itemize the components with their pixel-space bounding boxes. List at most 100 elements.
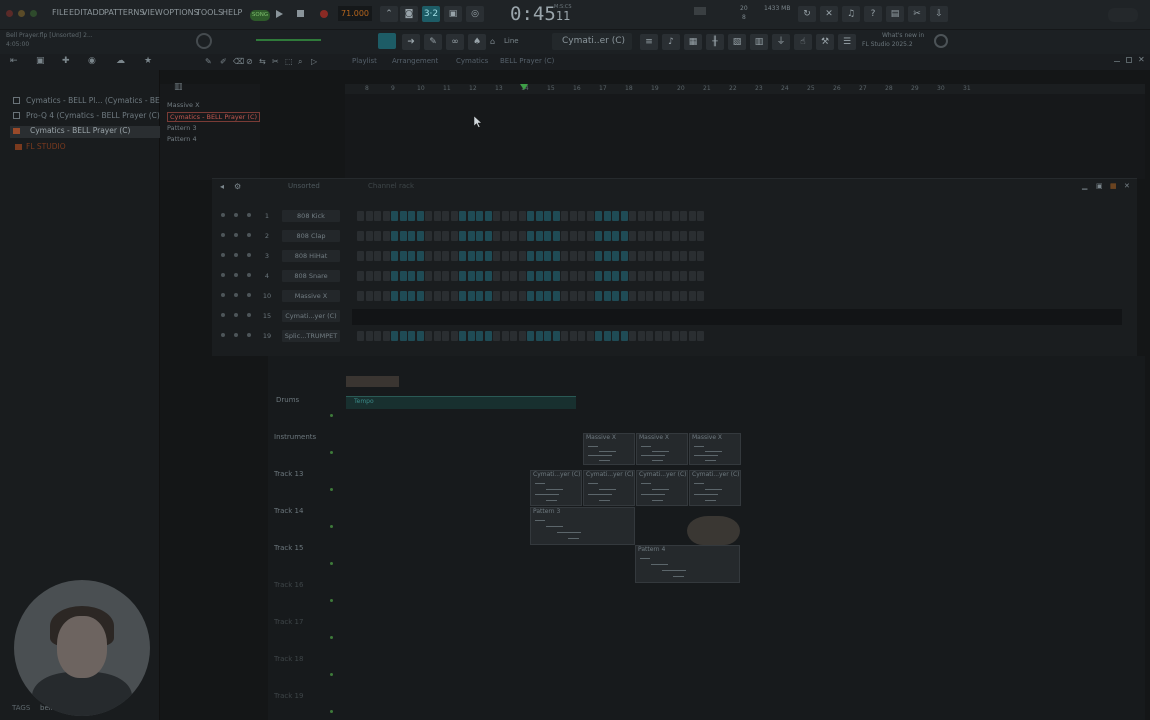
playlist-clip[interactable]: Massive X [636,433,688,465]
rack-detach-icon[interactable]: ▣ [1096,182,1103,190]
browser-item-3[interactable]: FL STUDIO [0,142,160,154]
step-button[interactable] [442,211,449,221]
step-button[interactable] [425,291,432,301]
breadcrumb-pattern[interactable]: BELL Prayer (C) [500,57,554,65]
close-plugin-icon[interactable]: ✕ [820,6,838,22]
zoom-tool-icon[interactable]: ⌕ [298,57,302,67]
step-button[interactable] [612,231,619,241]
step-button[interactable] [374,271,381,281]
step-button[interactable] [620,231,628,241]
step-button[interactable] [663,251,670,261]
channel-name-button[interactable]: 808 Kick [282,210,340,222]
step-button[interactable] [595,271,602,281]
step-button[interactable] [595,231,602,241]
step-button[interactable] [391,271,398,281]
step-button[interactable] [637,211,645,221]
step-button[interactable] [578,271,585,281]
step-button[interactable] [476,331,483,341]
step-button[interactable] [637,331,645,341]
step-button[interactable] [680,231,687,241]
step-button[interactable] [518,251,526,261]
step-button[interactable] [433,271,441,281]
channel-name-button[interactable]: Massive X [282,290,340,302]
step-button[interactable] [552,211,560,221]
playlist-clip[interactable]: Cymati...yer (C) [583,470,635,506]
wait-icon[interactable]: ◙ [400,6,418,22]
loop-record-icon[interactable]: ▣ [444,6,462,22]
step-button[interactable] [493,231,500,241]
step-button[interactable] [603,251,611,261]
play-icon[interactable] [276,10,283,18]
step-button[interactable] [484,291,492,301]
rack-filter[interactable]: Unsorted [288,182,320,190]
step-button[interactable] [510,231,517,241]
track-mute-led-icon[interactable] [330,488,333,491]
step-button[interactable] [425,231,432,241]
step-button[interactable] [442,291,449,301]
browser-star-icon[interactable]: ★ [144,56,152,66]
step-button[interactable] [535,271,543,281]
step-button[interactable] [535,211,543,221]
step-button[interactable] [671,331,679,341]
channel-name-button[interactable]: 808 HiHat [282,250,340,262]
step-button[interactable] [544,331,551,341]
step-button[interactable] [697,271,704,281]
list-icon[interactable]: ☰ [838,34,856,50]
step-button[interactable] [391,331,398,341]
step-button[interactable] [484,331,492,341]
track-mute-led-icon[interactable] [330,414,333,417]
step-button[interactable] [493,291,500,301]
select-tool-icon[interactable]: ⬚ [285,57,293,66]
step-button[interactable] [408,331,415,341]
step-button[interactable] [433,331,441,341]
step-button[interactable] [501,331,509,341]
mixer-faders-icon[interactable]: ╫ [706,34,724,50]
step-button[interactable] [544,231,551,241]
breadcrumb-folder[interactable]: Cymatics [456,57,488,65]
pan-knob-icon[interactable] [234,313,238,317]
step-button[interactable] [433,231,441,241]
step-button[interactable] [442,251,449,261]
pattern-selector[interactable]: Cymati..er (C) [552,33,632,50]
track-mute-led-icon[interactable] [330,710,333,713]
step-button[interactable] [425,251,432,261]
browser-icon[interactable]: ▧ [728,34,746,50]
channel-mixer-track[interactable]: 10 [260,292,274,300]
step-button[interactable] [459,251,466,261]
step-button[interactable] [365,211,373,221]
volume-knob-icon[interactable] [247,233,251,237]
save-icon[interactable]: ▤ [886,6,904,22]
volume-knob-icon[interactable] [247,213,251,217]
window-dot-icon[interactable] [18,10,25,17]
step-button[interactable] [535,331,543,341]
tempo-display[interactable]: 71.000 [338,6,372,21]
mute-led-icon[interactable] [221,273,225,277]
step-button[interactable] [357,291,364,301]
playlist-clip[interactable]: Cymati...yer (C) [636,470,688,506]
channel-mixer-track[interactable]: 2 [260,232,274,240]
step-button[interactable] [442,331,449,341]
window-dot-icon[interactable] [6,10,13,17]
step-button[interactable] [399,211,407,221]
step-button[interactable] [476,211,483,221]
step-button[interactable] [612,331,619,341]
step-button[interactable] [408,291,415,301]
pan-knob-icon[interactable] [234,273,238,277]
step-button[interactable] [663,331,670,341]
step-button[interactable] [459,211,466,221]
step-button[interactable] [561,331,568,341]
rack-gear-icon[interactable]: ⚙ [234,182,241,191]
step-button[interactable] [518,271,526,281]
step-button[interactable] [697,251,704,261]
step-button[interactable] [569,231,577,241]
step-button[interactable] [544,271,551,281]
stop-icon[interactable] [297,10,304,17]
step-button[interactable] [450,331,458,341]
help-icon[interactable]: ? [864,6,882,22]
step-button[interactable] [586,291,594,301]
step-button[interactable] [688,251,696,261]
browser-plugin-icon[interactable]: ✚ [62,56,70,66]
step-button[interactable] [595,331,602,341]
step-button[interactable] [620,291,628,301]
sample-channel-waveform[interactable] [352,309,1122,325]
